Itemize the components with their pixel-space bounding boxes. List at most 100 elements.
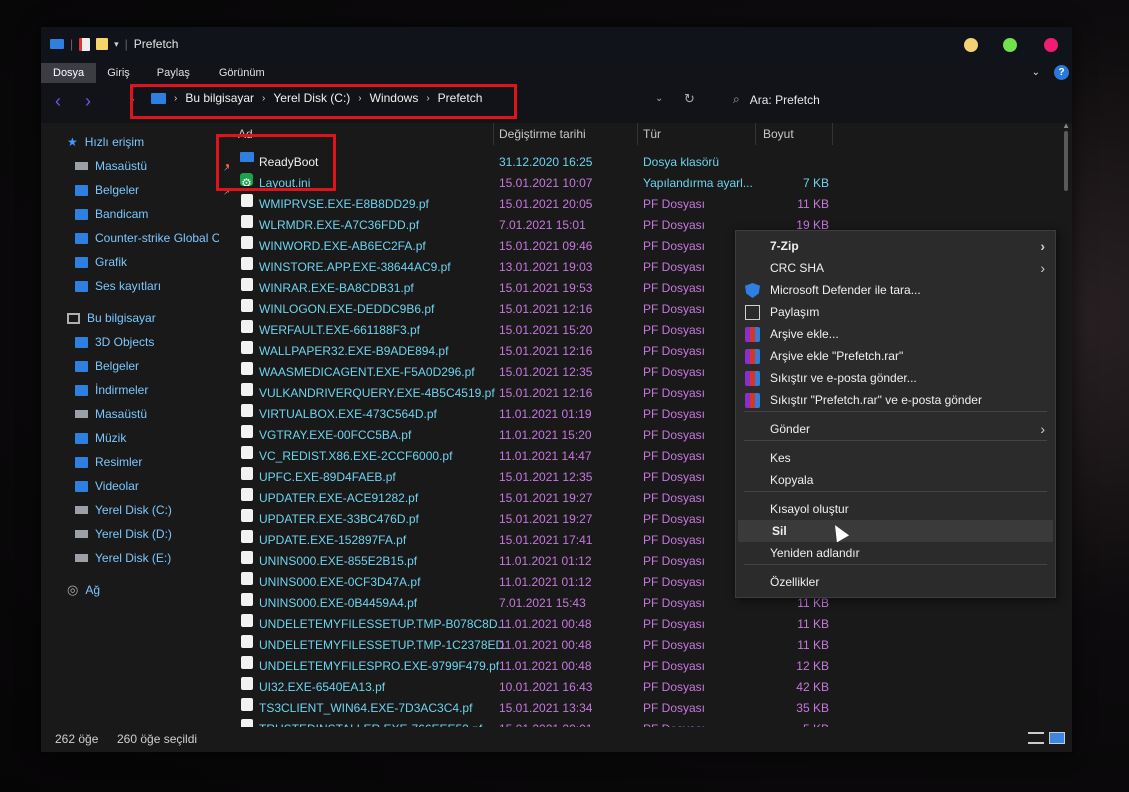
menu-item-label: Özellikler: [770, 575, 820, 589]
table-row[interactable]: UNDELETEMYFILESSETUP.TMP-1C2378ED... 11.0…: [237, 635, 834, 656]
file-name: UPDATER.EXE-ACE91282.pf: [259, 491, 419, 505]
vertical-scrollbar[interactable]: [1064, 131, 1068, 191]
table-row[interactable]: TS3CLIENT_WIN64.EXE-7D3AC3C4.pf 15.01.202…: [237, 698, 834, 719]
menu-item-kes[interactable]: Kes: [736, 447, 1055, 469]
sidebar-item-label: Ses kayıtları: [95, 279, 162, 293]
tab-paylas[interactable]: Paylaş: [141, 63, 201, 83]
properties-icon[interactable]: [79, 37, 91, 51]
music-folder-icon: [75, 432, 88, 444]
sidebar-item-desktop[interactable]: Masaüstü 📌: [75, 154, 235, 178]
search-placeholder: Ara: Prefetch: [749, 92, 820, 107]
sidebar-item-disk-c[interactable]: Yerel Disk (C:): [75, 498, 235, 522]
column-divider[interactable]: [832, 123, 833, 145]
table-row[interactable]: TRUSTEDINSTALLER.EXE-766EEE52.pf15.01.20…: [237, 719, 834, 727]
table-row[interactable]: UNDELETEMYFILESPRO.EXE-9799F479.pf 11.01.…: [237, 656, 834, 677]
menu-item-kopyala[interactable]: Kopyala: [736, 469, 1055, 491]
chevron-down-icon[interactable]: ⌄: [1032, 67, 1040, 78]
file-name: UI32.EXE-6540EA13.pf: [259, 680, 386, 694]
menu-item-crc-sha[interactable]: CRC SHA ›: [736, 257, 1055, 279]
column-divider[interactable]: [755, 123, 756, 145]
sidebar-item-label: Bandicam: [95, 207, 149, 221]
menu-item-7-zip[interactable]: 7-Zip ›: [736, 235, 1055, 257]
minimize-button[interactable]: [964, 38, 978, 52]
menu-item-label: Kopyala: [770, 473, 814, 487]
history-dropdown-icon[interactable]: ⌄: [655, 93, 663, 104]
file-name: UPFC.EXE-89D4FAEB.pf: [259, 470, 396, 484]
sidebar-item-pictures[interactable]: Resimler: [75, 450, 235, 474]
menu-item-label: CRC SHA: [770, 261, 825, 275]
sidebar-item-counter-strike[interactable]: Counter-strike Global O: [75, 226, 219, 250]
sidebar-item-grafik[interactable]: Grafik: [75, 250, 235, 274]
file-icon: [241, 299, 253, 312]
sidebar-item-3d-objects[interactable]: 3D Objects: [75, 330, 235, 354]
menu-item-özellikler[interactable]: Özellikler: [736, 571, 1055, 593]
menu-item-arşive-ekle[interactable]: Arşive ekle...: [736, 323, 1055, 345]
file-name: WINRAR.EXE-BA8CDB31.pf: [259, 281, 414, 295]
menu-item-sıkıştır-prefetch-rar-ve-e-posta-gönder[interactable]: Sıkıştır "Prefetch.rar" ve e-posta gönde…: [736, 389, 1055, 411]
column-divider[interactable]: [493, 123, 494, 145]
file-name: VGTRAY.EXE-00FCC5BA.pf: [259, 428, 412, 442]
tab-gorunum[interactable]: Görünüm: [201, 63, 276, 83]
file-icon: [241, 215, 253, 228]
search-input[interactable]: ⌕ Ara: Prefetch: [733, 92, 820, 107]
tab-dosya[interactable]: Dosya: [41, 63, 97, 83]
file-icon: [241, 488, 253, 501]
details-view-icon[interactable]: [1028, 732, 1044, 744]
menu-item-yeniden-adlandır[interactable]: Yeniden adlandır: [736, 542, 1055, 564]
sidebar-item-disk-d[interactable]: Yerel Disk (D:): [75, 522, 235, 546]
sidebar-item-network[interactable]: ◎ Ağ: [67, 578, 227, 602]
file-size: 35 KB: [796, 701, 829, 715]
file-date: 10.01.2021 16:43: [499, 680, 593, 694]
menu-item-kısayol-oluştur[interactable]: Kısayol oluştur: [736, 498, 1055, 520]
file-icon: [241, 656, 253, 669]
large-icons-view-icon[interactable]: [1049, 732, 1065, 744]
sidebar-item-documents[interactable]: Belgeler 📌: [75, 178, 235, 202]
tab-giris[interactable]: Giriş: [96, 63, 141, 83]
menu-item-sil[interactable]: Sil: [738, 520, 1053, 542]
sidebar-item-quick-access[interactable]: ★ Hızlı erişim: [67, 130, 227, 154]
sidebar-item-ses-kayitlari[interactable]: Ses kayıtları: [75, 274, 235, 298]
customize-icon[interactable]: ▾: [114, 39, 119, 50]
refresh-icon[interactable]: ↻: [684, 91, 695, 107]
close-button[interactable]: [1044, 38, 1058, 52]
folder-icon[interactable]: [50, 39, 64, 49]
menu-item-microsoft-defender-ile-tara[interactable]: Microsoft Defender ile tara...: [736, 279, 1055, 301]
sidebar-item-this-pc[interactable]: Bu bilgisayar: [67, 306, 227, 330]
sidebar-item-music[interactable]: Müzik: [75, 426, 235, 450]
file-date: 11.01.2021 00:48: [499, 617, 592, 631]
file-type: PF Dosyası: [643, 617, 706, 631]
forward-arrow-icon[interactable]: ›: [85, 91, 91, 112]
sidebar-item-belgeler[interactable]: Belgeler: [75, 354, 235, 378]
sidebar-item-videos[interactable]: Videolar: [75, 474, 235, 498]
column-header-date[interactable]: Değiştirme tarihi: [499, 123, 586, 145]
menu-item-arşive-ekle-prefetch-rar[interactable]: Arşive ekle "Prefetch.rar": [736, 345, 1055, 367]
context-menu: 7-Zip › CRC SHA › Microsoft Defender ile tar…: [735, 230, 1056, 598]
sidebar-item-downloads[interactable]: İndirmeler: [75, 378, 235, 402]
sidebar-item-bandicam[interactable]: Bandicam: [75, 202, 235, 226]
back-arrow-icon[interactable]: ‹: [55, 91, 61, 112]
menu-item-paylaşım[interactable]: Paylaşım: [736, 301, 1055, 323]
column-divider[interactable]: [637, 123, 638, 145]
maximize-button[interactable]: [1003, 38, 1017, 52]
file-type: PF Dosyası: [643, 659, 706, 673]
sidebar-item-masaustu[interactable]: Masaüstü: [75, 402, 235, 426]
menu-item-sıkıştır-ve-e-posta-gönder[interactable]: Sıkıştır ve e-posta gönder...: [736, 367, 1055, 389]
file-name: TS3CLIENT_WIN64.EXE-7D3AC3C4.pf: [259, 701, 473, 715]
column-header-size[interactable]: Boyut: [763, 123, 794, 145]
sidebar-item-disk-e[interactable]: Yerel Disk (E:): [75, 546, 235, 570]
sidebar-item-label: Bu bilgisayar: [87, 311, 156, 325]
selection-highlight-box: [216, 134, 336, 191]
table-row[interactable]: UI32.EXE-6540EA13.pf 10.01.2021 16:43 PF D…: [237, 677, 834, 698]
menu-item-label: Yeniden adlandır: [770, 546, 860, 560]
toolbar-divider: |: [70, 37, 74, 51]
table-row[interactable]: UNDELETEMYFILESSETUP.TMP-B078C8D... 11.01…: [237, 614, 834, 635]
new-folder-icon[interactable]: [96, 38, 109, 50]
file-date: 15.01.2021 12:35: [499, 470, 593, 484]
column-header-type[interactable]: Tür: [643, 123, 661, 145]
file-icon: [241, 572, 253, 585]
scroll-up-icon[interactable]: ▲: [1062, 123, 1070, 130]
file-name: VC_REDIST.X86.EXE-2CCF6000.pf: [259, 449, 453, 463]
help-icon[interactable]: ?: [1054, 65, 1069, 80]
menu-item-gönder[interactable]: Gönder ›: [736, 418, 1055, 440]
table-row[interactable]: WMIPRVSE.EXE-E8B8DD29.pf 15.01.2021 20:05…: [237, 194, 834, 215]
